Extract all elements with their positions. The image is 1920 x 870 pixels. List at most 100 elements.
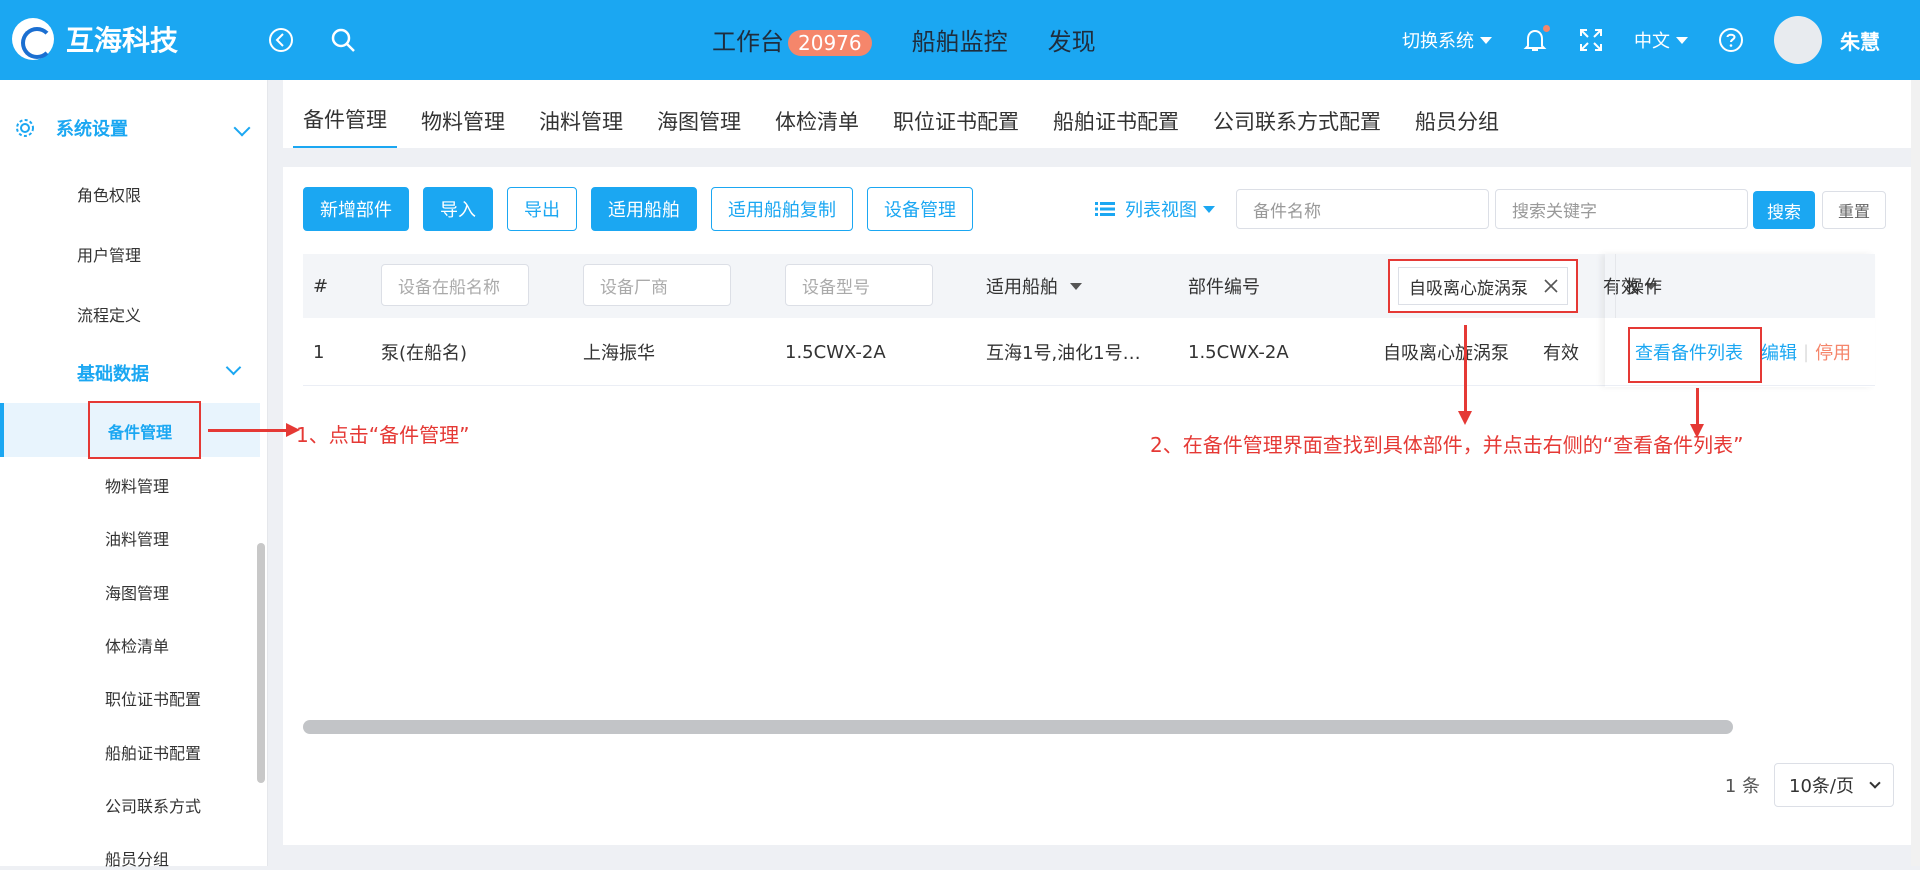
toolbar: 新增部件 导入 导出 适用船舶 适用船舶复制 设备管理	[303, 187, 987, 231]
page-scrollbar[interactable]	[1911, 80, 1920, 866]
reset-button[interactable]: 重置	[1822, 191, 1886, 229]
brand-name: 互海科技	[66, 24, 179, 57]
apply-ship-button[interactable]: 适用船舶	[591, 187, 697, 231]
fullscreen-icon[interactable]	[1578, 27, 1604, 53]
notification-button[interactable]	[1522, 25, 1550, 53]
annotation-arrow	[1458, 325, 1472, 425]
sidebar-item-charts[interactable]: 海图管理	[105, 580, 169, 604]
annotation-step2: 2、在备件管理界面查找到具体部件，并点击右侧的“查看备件列表”	[1150, 433, 1744, 457]
sidebar-item-materials[interactable]: 物料管理	[105, 473, 169, 497]
sidebar-group-system-settings[interactable]: 系统设置	[14, 108, 254, 148]
nav-ship-monitor[interactable]: 船舶监控	[912, 22, 1008, 57]
view-toggle-label: 列表视图	[1125, 200, 1197, 221]
part-name-input[interactable]: 备件名称	[1236, 189, 1489, 229]
part-name-filter-value: 自吸离心旋涡泵	[1409, 278, 1528, 299]
help-icon[interactable]	[1718, 27, 1744, 53]
tab-spare-parts[interactable]: 备件管理	[293, 104, 397, 148]
model-filter[interactable]: 设备型号	[785, 264, 933, 306]
caret-down-icon	[1480, 36, 1492, 44]
sidebar-item-user-management[interactable]: 用户管理	[77, 242, 141, 266]
annotation-step1: 1、点击“备件管理”	[296, 423, 470, 447]
gear-icon	[16, 119, 34, 137]
avatar[interactable]	[1774, 16, 1822, 64]
nav-workbench[interactable]: 工作台 20976	[712, 22, 872, 57]
copy-ship-button[interactable]: 适用船舶复制	[711, 187, 853, 231]
brand-logo[interactable]: 互海科技	[12, 18, 178, 60]
annotation-highlight-box: 自吸离心旋涡泵	[1388, 259, 1578, 313]
cell-part-name: 自吸离心旋涡泵	[1383, 343, 1509, 364]
cell-model: 1.5CWX-2A	[785, 341, 886, 363]
chevron-down-icon	[225, 359, 242, 376]
page-size-select[interactable]: 10条/页	[1774, 763, 1894, 807]
col-ships-label: 适用船舶	[986, 277, 1058, 298]
device-management-button[interactable]: 设备管理	[867, 187, 973, 231]
caret-down-icon	[1676, 36, 1688, 44]
switch-system-menu[interactable]: 切换系统	[1402, 27, 1492, 53]
top-bar: 互海科技 工作台 20976 船舶监控 发现 切换系统 中文 朱慧	[0, 0, 1920, 80]
export-button[interactable]: 导出	[507, 187, 577, 231]
annotation-arrow	[208, 423, 300, 437]
tab-checkup[interactable]: 体检清单	[765, 106, 869, 148]
language-label: 中文	[1634, 31, 1670, 52]
back-icon[interactable]	[266, 25, 296, 55]
sidebar-scrollbar[interactable]	[257, 543, 265, 783]
cell-maker: 上海振华	[583, 343, 655, 364]
tab-ship-cert[interactable]: 船舶证书配置	[1043, 106, 1189, 148]
onboard-name-filter[interactable]: 设备在船名称	[381, 264, 529, 306]
sidebar-item-workflow[interactable]: 流程定义	[77, 302, 141, 326]
horizontal-scrollbar[interactable]	[303, 720, 1733, 734]
part-name-filter[interactable]: 自吸离心旋涡泵	[1398, 267, 1568, 305]
search-button[interactable]: 搜索	[1753, 191, 1815, 229]
total-count: 1 条	[1724, 776, 1760, 797]
workbench-badge: 20976	[788, 30, 872, 56]
chevron-down-icon	[233, 119, 251, 137]
notification-dot	[1543, 25, 1550, 32]
sidebar-item-oil[interactable]: 油料管理	[105, 526, 169, 550]
tab-position-cert[interactable]: 职位证书配置	[883, 106, 1029, 148]
annotation-highlight-box	[88, 401, 201, 459]
user-name[interactable]: 朱慧	[1840, 26, 1880, 55]
tab-materials[interactable]: 物料管理	[411, 106, 515, 148]
ops-column-shadow	[1605, 254, 1875, 387]
cell-index: 1	[313, 341, 325, 363]
cell-onboard-name: 泵(在船名)	[381, 343, 468, 364]
maker-filter[interactable]: 设备厂商	[583, 264, 731, 306]
close-icon[interactable]	[1543, 278, 1559, 294]
sidebar-item-ship-cert[interactable]: 船舶证书配置	[105, 740, 201, 764]
main-panel: 新增部件 导入 导出 适用船舶 适用船舶复制 设备管理 列表视图 备件名称 搜索…	[283, 167, 1911, 845]
view-toggle[interactable]: 列表视图	[1095, 196, 1215, 222]
col-ships[interactable]: 适用船舶	[986, 254, 1082, 318]
sidebar-group-basic-data[interactable]: 基础数据	[77, 359, 257, 386]
sidebar-item-crew-group[interactable]: 船员分组	[105, 846, 169, 870]
sidebar: 系统设置 角色权限 用户管理 流程定义 基础数据 备件管理 物料管理 油料管理 …	[0, 80, 268, 869]
tab-bar: 备件管理 物料管理 油料管理 海图管理 体检清单 职位证书配置 船舶证书配置 公…	[283, 80, 1920, 148]
col-index: #	[313, 275, 329, 297]
pagination: 1 条 10条/页	[1725, 763, 1894, 807]
sidebar-item-position-cert[interactable]: 职位证书配置	[105, 686, 201, 710]
page-size-value: 10条/页	[1789, 776, 1854, 797]
tab-crew-group[interactable]: 船员分组	[1405, 106, 1509, 148]
nav-workbench-label: 工作台	[712, 28, 784, 56]
language-menu[interactable]: 中文	[1634, 27, 1688, 53]
add-part-button[interactable]: 新增部件	[303, 187, 409, 231]
cell-part-no: 1.5CWX-2A	[1188, 341, 1289, 363]
main-nav: 工作台 20976 船舶监控 发现	[712, 22, 1136, 57]
import-button[interactable]: 导入	[423, 187, 493, 231]
col-part-no: 部件编号	[1188, 277, 1260, 298]
nav-discover[interactable]: 发现	[1048, 22, 1096, 57]
keyword-search-input[interactable]: 搜索关键字	[1495, 189, 1748, 229]
header-actions: 切换系统 中文 朱慧	[1372, 0, 1880, 80]
switch-system-label: 切换系统	[1402, 31, 1474, 52]
sidebar-item-company-contact[interactable]: 公司联系方式	[105, 793, 201, 817]
cell-ships: 互海1号,油化1号…	[986, 343, 1141, 364]
sidebar-item-role-permissions[interactable]: 角色权限	[77, 182, 141, 206]
caret-down-icon	[1203, 205, 1215, 213]
sidebar-item-checkup[interactable]: 体检清单	[105, 633, 169, 657]
tab-charts[interactable]: 海图管理	[647, 106, 751, 148]
tab-company-contact[interactable]: 公司联系方式配置	[1203, 106, 1391, 148]
cell-status: 有效	[1543, 343, 1579, 364]
sidebar-group-label: 系统设置	[56, 119, 128, 140]
search-icon[interactable]	[328, 25, 358, 55]
list-icon	[1095, 202, 1115, 216]
tab-oil[interactable]: 油料管理	[529, 106, 633, 148]
